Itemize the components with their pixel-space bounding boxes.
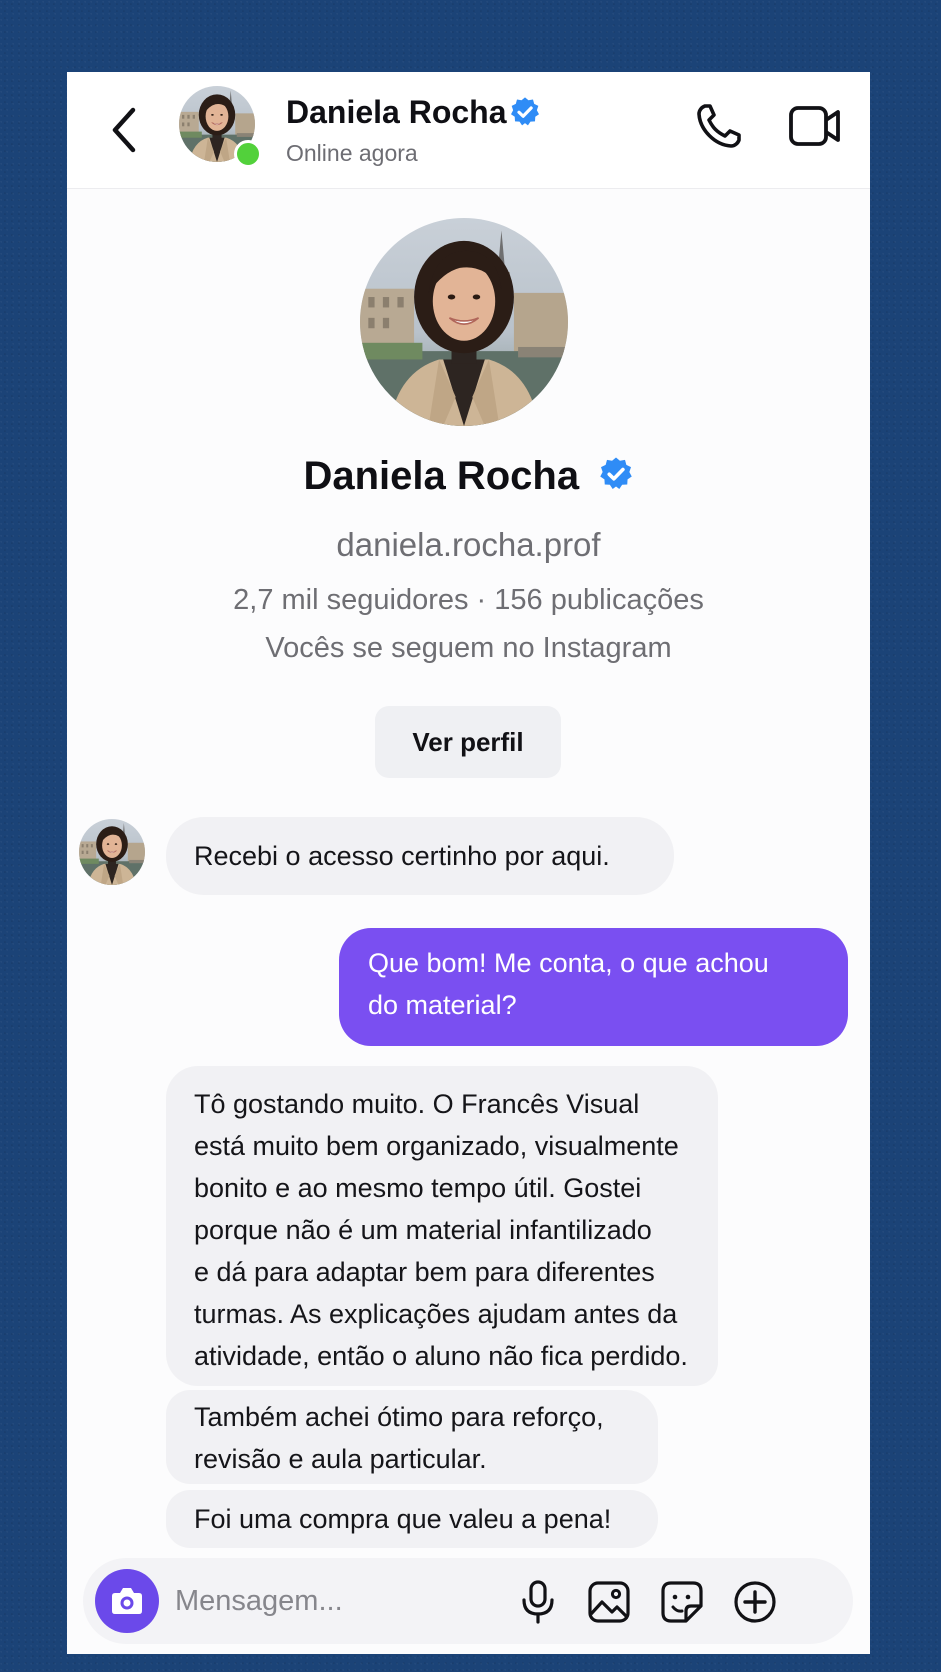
message-text: turmas. As explicações ajudam antes da xyxy=(194,1299,678,1329)
message-text: Que bom! Me conta, o que achou xyxy=(368,948,769,978)
camera-icon xyxy=(112,1588,142,1614)
message-text: está muito bem organizado, visualmente xyxy=(194,1131,679,1161)
chat-header: Daniela Rocha Online agora xyxy=(67,72,870,189)
profile-name-row: Daniela Rocha xyxy=(67,454,870,499)
message-bubble-incoming[interactable]: Recebi o acesso certinho por aqui. xyxy=(166,817,674,895)
message-text: Também achei ótimo para reforço, xyxy=(194,1402,604,1432)
back-button[interactable] xyxy=(105,102,145,158)
chevron-left-icon xyxy=(112,107,136,153)
message-text: atividade, então o aluno não fica perdid… xyxy=(194,1341,688,1371)
message-bubble-outgoing[interactable]: Que bom! Me conta, o que achou do materi… xyxy=(339,928,848,1046)
online-status: Online agora xyxy=(286,140,418,166)
camera-button[interactable] xyxy=(95,1569,159,1633)
message-bubble-incoming[interactable]: Tô gostando muito. O Francês Visual está… xyxy=(166,1066,718,1386)
verified-badge-icon xyxy=(509,96,541,128)
sticker-button[interactable] xyxy=(658,1578,706,1626)
message-text: revisão e aula particular. xyxy=(194,1444,487,1474)
sticker-icon xyxy=(661,1581,703,1623)
message-text: Tô gostando muito. O Francês Visual xyxy=(194,1089,640,1119)
profile-stats: 2,7 mil seguidores · 156 publicações xyxy=(233,584,704,616)
message-text: Foi uma compra que valeu a pena! xyxy=(194,1504,612,1534)
chat-screen: Daniela Rocha Online agora Daniela Rocha… xyxy=(67,72,870,1654)
view-profile-button[interactable]: Ver perfil xyxy=(375,706,561,778)
header-contact-name[interactable]: Daniela Rocha xyxy=(286,94,507,131)
call-button[interactable] xyxy=(693,100,745,152)
voice-message-button[interactable] xyxy=(514,1578,562,1626)
message-text: Recebi o acesso certinho por aqui. xyxy=(194,841,610,871)
image-icon xyxy=(588,1581,630,1623)
message-composer xyxy=(83,1558,853,1644)
plus-circle-icon xyxy=(734,1581,776,1623)
message-bubble-incoming[interactable]: Foi uma compra que valeu a pena! xyxy=(166,1490,658,1548)
sender-avatar[interactable] xyxy=(77,817,147,887)
video-camera-icon xyxy=(789,106,840,146)
message-text: porque não é um material infantilizado xyxy=(194,1215,652,1245)
profile-name: Daniela Rocha xyxy=(303,454,580,498)
online-indicator xyxy=(234,140,262,168)
message-text: e dá para adaptar bem para diferentes xyxy=(194,1257,655,1287)
microphone-icon xyxy=(522,1580,554,1624)
gallery-button[interactable] xyxy=(585,1578,633,1626)
phone-icon xyxy=(697,104,741,148)
verified-badge-icon xyxy=(598,456,634,492)
message-text: do material? xyxy=(368,990,517,1020)
mutual-follow-note: Vocês se seguem no Instagram xyxy=(265,632,672,664)
profile-handle: daniela.rocha.prof xyxy=(336,526,601,563)
profile-avatar[interactable] xyxy=(356,214,572,430)
message-input[interactable] xyxy=(175,1576,505,1626)
video-call-button[interactable] xyxy=(787,100,843,152)
more-options-button[interactable] xyxy=(731,1578,779,1626)
message-bubble-incoming[interactable]: Também achei ótimo para reforço, revisão… xyxy=(166,1390,658,1484)
message-text: bonito e ao mesmo tempo útil. Gostei xyxy=(194,1173,642,1203)
